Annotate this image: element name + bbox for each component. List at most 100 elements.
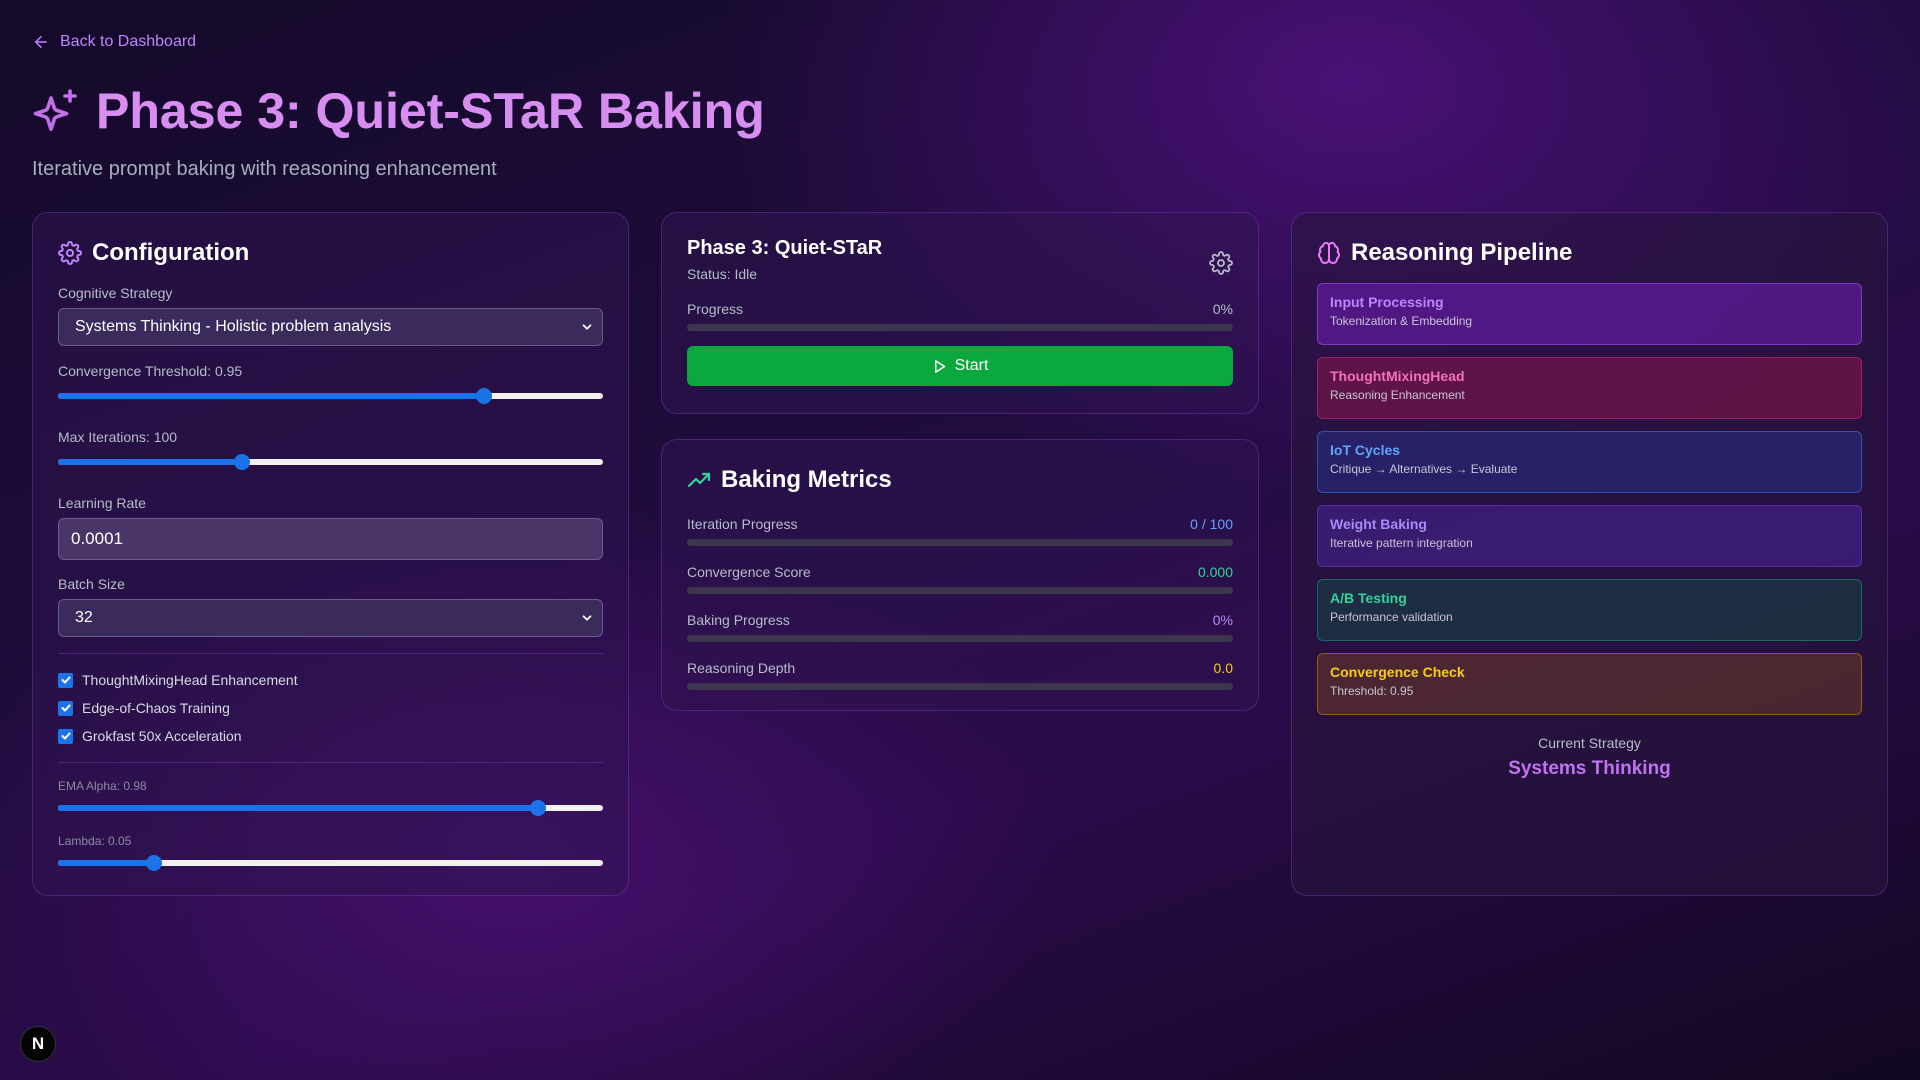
convergence-threshold-label: Convergence Threshold: 0.95 <box>58 363 243 379</box>
metric-label: Iteration Progress <box>687 516 798 532</box>
page-subtitle: Iterative prompt baking with reasoning e… <box>32 158 497 180</box>
chevron-down-icon <box>582 324 592 330</box>
check-icon <box>61 676 70 684</box>
stage-input-processing[interactable]: Input Processing Tokenization & Embeddin… <box>1317 283 1862 345</box>
baking-metrics-title: Baking Metrics <box>721 466 892 493</box>
next-devtools-badge[interactable]: N <box>20 1026 56 1062</box>
cognitive-strategy-value: Systems Thinking - Holistic problem anal… <box>75 318 392 335</box>
slider-thumb[interactable] <box>145 855 162 871</box>
batch-size-label: Batch Size <box>58 576 125 592</box>
cognitive-strategy-select[interactable]: Systems Thinking - Holistic problem anal… <box>58 308 603 346</box>
stage-iot-cycles[interactable]: IoT Cycles Critique → Alternatives → Eva… <box>1317 431 1862 493</box>
settings-gear-icon[interactable] <box>1209 251 1233 275</box>
back-to-dashboard-link[interactable]: Back to Dashboard <box>32 33 196 51</box>
check-label: ThoughtMixingHead Enhancement <box>82 672 298 688</box>
checkbox[interactable] <box>58 672 73 688</box>
progress-row: Progress 0% <box>687 301 1233 317</box>
metric-bar <box>687 539 1233 546</box>
learning-rate-label: Learning Rate <box>58 495 146 511</box>
check-label: Edge-of-Chaos Training <box>82 700 230 716</box>
divider <box>58 762 603 763</box>
start-button[interactable]: Start <box>687 346 1233 386</box>
page-title: Phase 3: Quiet-STaR Baking <box>96 83 765 139</box>
reasoning-pipeline-panel: Reasoning Pipeline Input Processing Toke… <box>1291 212 1888 896</box>
play-icon <box>934 359 945 373</box>
convergence-threshold-slider[interactable] <box>58 386 603 406</box>
check-thoughtmixinghead[interactable]: ThoughtMixingHead Enhancement <box>58 666 603 694</box>
slider-thumb[interactable] <box>476 388 493 404</box>
metric-bar <box>687 587 1233 594</box>
phase-control-panel: Phase 3: Quiet-STaR Status: Idle Progres… <box>661 212 1259 414</box>
lambda-slider[interactable] <box>58 853 603 873</box>
checkbox[interactable] <box>58 700 73 716</box>
metric-value: 0.000 <box>1197 564 1233 580</box>
metric-reasoning-depth: Reasoning Depth 0.0 <box>687 660 1233 690</box>
metric-value: 0 / 100 <box>1190 516 1233 532</box>
baking-metrics-panel: Baking Metrics Iteration Progress 0 / 10… <box>661 439 1259 711</box>
metric-label: Reasoning Depth <box>687 660 796 676</box>
phase-title: Phase 3: Quiet-STaR <box>687 237 883 259</box>
stage-description: Reasoning Enhancement <box>1330 388 1465 402</box>
configuration-panel: Configuration Cognitive Strategy Systems… <box>32 212 629 896</box>
stage-name: Input Processing <box>1330 294 1444 310</box>
check-icon <box>61 732 70 740</box>
metric-bar <box>687 635 1233 642</box>
back-link-label: Back to Dashboard <box>60 33 197 50</box>
gear-icon <box>58 241 82 265</box>
stage-name: A/B Testing <box>1330 590 1407 606</box>
check-grokfast[interactable]: Grokfast 50x Acceleration <box>58 722 603 750</box>
reasoning-pipeline-title-row: Reasoning Pipeline <box>1317 239 1862 267</box>
ema-alpha-label: EMA Alpha: 0.98 <box>58 779 147 793</box>
slider-thumb[interactable] <box>233 454 250 470</box>
slider-thumb[interactable] <box>529 800 546 816</box>
stage-description: Critique → Alternatives → Evaluate <box>1330 462 1518 476</box>
stage-description: Performance validation <box>1330 610 1453 624</box>
stage-name: Convergence Check <box>1330 664 1465 680</box>
metric-label: Convergence Score <box>687 564 811 580</box>
trending-up-icon <box>687 472 711 488</box>
check-edge-of-chaos[interactable]: Edge-of-Chaos Training <box>58 694 603 722</box>
progress-bar <box>687 324 1233 331</box>
divider <box>58 653 603 654</box>
start-button-label: Start <box>954 357 989 374</box>
metric-convergence-score: Convergence Score 0.000 <box>687 564 1233 594</box>
metric-label: Baking Progress <box>687 612 790 628</box>
baking-metrics-title-row: Baking Metrics <box>687 466 1233 494</box>
stage-name: ThoughtMixingHead <box>1330 368 1465 384</box>
stage-description: Threshold: 0.95 <box>1330 684 1414 698</box>
stage-thoughtmixinghead[interactable]: ThoughtMixingHead Reasoning Enhancement <box>1317 357 1862 419</box>
phase-status: Status: Idle <box>687 266 758 282</box>
max-iterations-slider[interactable] <box>58 452 603 472</box>
ema-alpha-slider[interactable] <box>58 798 603 818</box>
stage-name: IoT Cycles <box>1330 442 1401 458</box>
sparkles-icon <box>33 89 77 131</box>
current-strategy-label: Current Strategy <box>1538 735 1641 751</box>
check-icon <box>61 704 70 712</box>
stage-name: Weight Baking <box>1330 516 1427 532</box>
stage-weight-baking[interactable]: Weight Baking Iterative pattern integrat… <box>1317 505 1862 567</box>
stage-description: Iterative pattern integration <box>1330 536 1473 550</box>
stage-convergence-check[interactable]: Convergence Check Threshold: 0.95 <box>1317 653 1862 715</box>
chevron-down-icon <box>582 615 592 621</box>
batch-size-value: 32 <box>75 609 93 626</box>
arrow-left-icon <box>35 36 47 48</box>
lambda-label: Lambda: 0.05 <box>58 834 132 848</box>
progress-label: Progress <box>687 301 744 317</box>
metric-value: 0.0 <box>1213 660 1233 676</box>
metric-iteration-progress: Iteration Progress 0 / 100 <box>687 516 1233 546</box>
reasoning-pipeline-title: Reasoning Pipeline <box>1351 239 1573 266</box>
stage-ab-testing[interactable]: A/B Testing Performance validation <box>1317 579 1862 641</box>
badge-letter: N <box>31 1034 45 1053</box>
check-label: Grokfast 50x Acceleration <box>82 728 242 744</box>
configuration-title: Configuration <box>92 239 250 266</box>
batch-size-select[interactable]: 32 <box>58 599 603 637</box>
brain-icon <box>1318 241 1340 265</box>
cognitive-strategy-label: Cognitive Strategy <box>58 285 173 301</box>
metric-value: 0% <box>1212 612 1233 628</box>
configuration-title-row: Configuration <box>58 239 603 267</box>
checkbox[interactable] <box>58 728 73 744</box>
metric-bar <box>687 683 1233 690</box>
progress-value: 0% <box>1212 301 1233 317</box>
current-strategy-value: Systems Thinking <box>1508 758 1671 779</box>
learning-rate-input[interactable]: 0.0001 <box>58 518 603 560</box>
